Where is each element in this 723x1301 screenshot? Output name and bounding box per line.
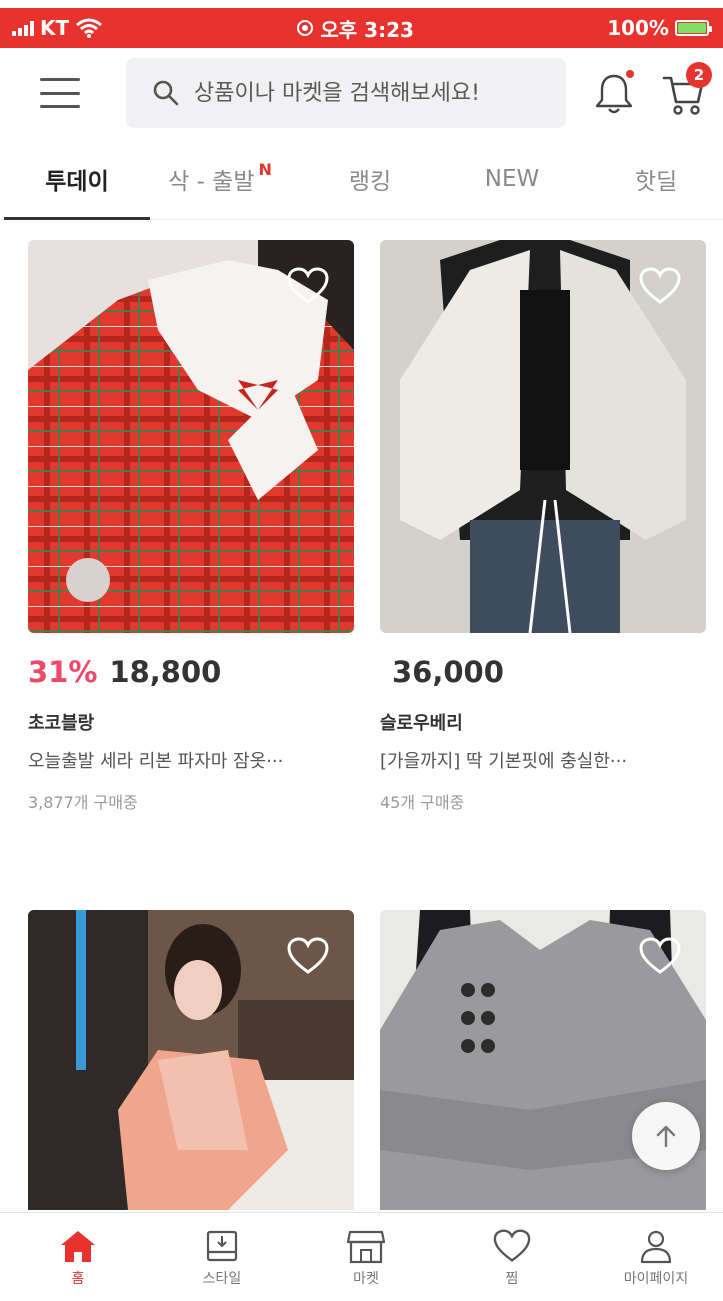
- status-center: 오후 3:23: [296, 14, 414, 43]
- product-image[interactable]: [28, 240, 354, 633]
- search-bar[interactable]: [126, 58, 566, 128]
- tab-label: NEW: [484, 166, 540, 192]
- product-name[interactable]: [가을까지] 딱 기본핏에 충실한···: [380, 747, 706, 773]
- location-icon: [297, 20, 314, 36]
- nav-wishlist[interactable]: 찜: [452, 1213, 572, 1301]
- wifi-icon: [76, 18, 103, 38]
- app-header: 2: [0, 48, 723, 138]
- nav-style[interactable]: 스타일: [162, 1213, 282, 1301]
- product-card[interactable]: [28, 910, 354, 1210]
- cart-badge: 2: [686, 62, 712, 88]
- notification-dot: [626, 70, 634, 78]
- heart-icon: [493, 1229, 531, 1262]
- nav-label: 마켓: [353, 1270, 379, 1287]
- discount-rate: 31%: [28, 655, 98, 689]
- clock: 오후 3:23: [320, 17, 414, 42]
- menu-icon[interactable]: [40, 78, 80, 108]
- nav-label: 스타일: [202, 1270, 242, 1287]
- tab-indicator: [4, 217, 150, 220]
- tab-label: 핫딜: [634, 169, 678, 195]
- product-card[interactable]: 36,000 슬로우베리 [가을까지] 딱 기본핏에 충실한··· 45개 구매…: [380, 240, 706, 813]
- purchase-count: 3,877개 구매중: [28, 793, 138, 812]
- style-icon: [206, 1230, 238, 1261]
- wishlist-heart-icon[interactable]: [638, 936, 682, 976]
- home-icon: [61, 1230, 95, 1262]
- cart-button[interactable]: 2: [660, 62, 712, 120]
- price: 36,000: [392, 655, 504, 689]
- product-image[interactable]: [380, 240, 706, 633]
- new-badge: N: [258, 159, 272, 179]
- tab-today[interactable]: 투데이: [4, 138, 150, 220]
- carrier-label: KT: [40, 16, 70, 40]
- nav-label: 찜: [505, 1270, 519, 1287]
- nav-home[interactable]: 홈: [18, 1213, 138, 1301]
- tab-new[interactable]: NEW: [442, 138, 582, 220]
- price: 18,800: [109, 655, 222, 689]
- wishlist-heart-icon[interactable]: [638, 266, 682, 306]
- tab-label: 랭킹: [348, 169, 392, 195]
- nav-label: 마이페이지: [623, 1270, 689, 1287]
- wishlist-heart-icon[interactable]: [286, 266, 330, 306]
- shop-name[interactable]: 초코블랑: [28, 709, 354, 735]
- tab-ranking[interactable]: 랭킹: [300, 138, 440, 220]
- wishlist-heart-icon[interactable]: [286, 936, 330, 976]
- status-bar: KT 오후 3:23 100%: [0, 8, 723, 48]
- tab-hot-deal[interactable]: 핫딜: [586, 138, 723, 220]
- arrow-up-icon: [656, 1125, 676, 1148]
- search-input[interactable]: [194, 80, 554, 106]
- search-icon: [153, 80, 179, 106]
- battery-icon: [674, 20, 712, 36]
- category-tabs: 투데이 삭 - 출발 N 랭킹 NEW 핫딜: [0, 138, 723, 220]
- battery-percent: 100%: [607, 16, 669, 40]
- scroll-to-top-button[interactable]: [632, 1102, 700, 1170]
- tab-label: 투데이: [45, 169, 109, 195]
- tab-label: 삭 - 출발: [168, 169, 255, 195]
- bottom-navigation: 홈 스타일 마켓 찜 마이페이지: [0, 1212, 723, 1301]
- store-icon: [346, 1230, 386, 1263]
- nav-label: 홈: [71, 1270, 85, 1287]
- notification-button[interactable]: [592, 70, 636, 116]
- signal-icon: [12, 20, 34, 36]
- tab-quick-ship[interactable]: 삭 - 출발 N: [150, 138, 290, 220]
- status-left: KT: [12, 16, 103, 40]
- price-row: 31% 18,800: [28, 655, 354, 689]
- product-image[interactable]: [28, 910, 354, 1210]
- product-card[interactable]: 31% 18,800 초코블랑 오늘출발 세라 리본 파자마 잠옷··· 3,8…: [28, 240, 354, 813]
- nav-market[interactable]: 마켓: [306, 1213, 426, 1301]
- purchase-count: 45개 구매중: [380, 793, 465, 812]
- nav-my-page[interactable]: 마이페이지: [596, 1213, 716, 1301]
- price-row: 36,000: [380, 655, 706, 689]
- product-name[interactable]: 오늘출발 세라 리본 파자마 잠옷···: [28, 747, 354, 773]
- person-icon: [640, 1230, 672, 1263]
- status-right: 100%: [607, 16, 712, 40]
- shop-name[interactable]: 슬로우베리: [380, 709, 706, 735]
